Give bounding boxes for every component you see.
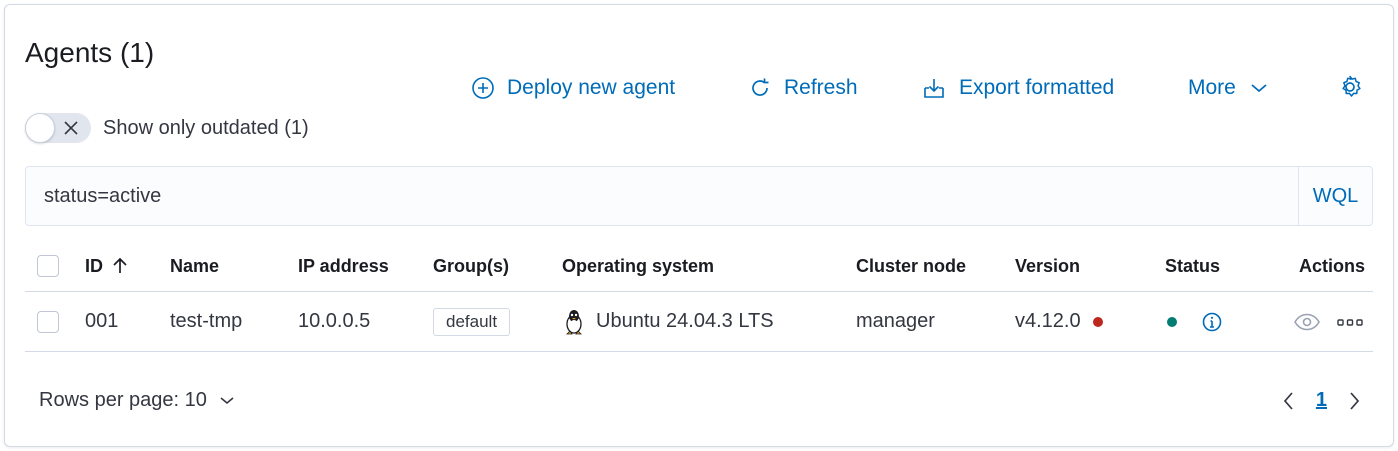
sort-arrow-up-icon (113, 257, 127, 273)
actions-cell (1293, 292, 1365, 351)
column-header-name[interactable]: Name (170, 241, 219, 291)
deploy-new-agent-button[interactable]: Deploy new agent (471, 72, 675, 104)
plus-circle-icon (472, 77, 494, 99)
chevron-right-icon[interactable] (1347, 390, 1361, 412)
deploy-new-agent-label: Deploy new agent (507, 76, 676, 99)
agent-id: 001 (85, 310, 119, 332)
page-title: Agents (1) (25, 37, 155, 68)
row-select-cell (37, 292, 59, 351)
version-cell: v4.12.0 (1015, 292, 1103, 351)
rows-per-page-selector[interactable]: Rows per page: 10 (39, 389, 235, 412)
outdated-indicator-dot (1092, 316, 1103, 327)
pagination: 1 (1282, 389, 1361, 412)
search-input[interactable] (26, 167, 1300, 225)
column-header-label: ID (85, 255, 103, 276)
chevron-down-icon (220, 396, 234, 404)
rows-per-page-label: Rows per page: 10 (39, 389, 207, 411)
gear-icon (1342, 75, 1361, 97)
show-outdated-toggle-group: Show only outdated (1) (25, 113, 309, 143)
eye-icon[interactable] (1293, 312, 1321, 332)
select-all-checkbox[interactable] (37, 255, 59, 277)
table-row[interactable]: 001 test-tmp 10.0.0.5 default Ubuntu 24.… (25, 292, 1373, 352)
cluster-node: manager (856, 310, 935, 332)
search-bar: WQL (25, 166, 1373, 226)
show-outdated-toggle[interactable] (25, 113, 91, 143)
page-number-button[interactable]: 1 (1316, 389, 1327, 412)
refresh-label: Refresh (784, 76, 858, 99)
refresh-button[interactable]: Refresh (748, 72, 858, 104)
agent-name: test-tmp (170, 310, 243, 332)
close-icon (64, 121, 78, 135)
show-outdated-label: Show only outdated (1) (103, 116, 309, 139)
refresh-icon (752, 78, 769, 96)
group-badge[interactable]: default (433, 307, 511, 336)
agents-table: ID Name IP address Group(s) Operating sy… (25, 241, 1373, 352)
row-select-checkbox[interactable] (37, 310, 59, 333)
select-all-cell (37, 241, 59, 291)
column-header-actions: Actions (1298, 255, 1365, 276)
export-icon (924, 79, 944, 98)
query-language-button[interactable]: WQL (1298, 167, 1372, 225)
os-cell: Ubuntu 24.04.3 LTS (562, 292, 774, 351)
toggle-knob (25, 113, 55, 143)
settings-gear-button[interactable] (1336, 73, 1364, 101)
column-header-groups[interactable]: Group(s) (433, 241, 509, 291)
agent-ip-address: 10.0.0.5 (298, 310, 371, 332)
export-formatted-label: Export formatted (959, 76, 1115, 99)
linux-tux-icon (566, 309, 582, 334)
status-cell (1165, 292, 1223, 351)
column-header-version[interactable]: Version (1015, 241, 1080, 291)
column-header-id[interactable]: ID (85, 241, 131, 291)
column-header-ip-address[interactable]: IP address (298, 241, 389, 291)
agent-version: v4.12.0 (1015, 310, 1081, 332)
table-header: ID Name IP address Group(s) Operating sy… (25, 241, 1373, 292)
more-actions-icon[interactable] (1335, 317, 1365, 327)
chevron-down-icon (1251, 84, 1267, 93)
column-header-status[interactable]: Status (1165, 241, 1220, 291)
column-header-operating-system[interactable]: Operating system (562, 241, 714, 291)
column-header-cluster-node[interactable]: Cluster node (856, 241, 966, 291)
group-cell: default (433, 292, 511, 351)
export-formatted-button[interactable]: Export formatted (921, 72, 1114, 104)
status-active-dot (1167, 316, 1177, 327)
info-icon[interactable] (1201, 311, 1223, 333)
agents-panel: Agents (1) Deploy new agent Refresh Expo… (4, 4, 1394, 447)
more-menu-button[interactable]: More (1188, 72, 1268, 104)
os-name: Ubuntu 24.04.3 LTS (596, 310, 774, 332)
chevron-left-icon[interactable] (1282, 390, 1296, 412)
more-label: More (1188, 76, 1236, 99)
